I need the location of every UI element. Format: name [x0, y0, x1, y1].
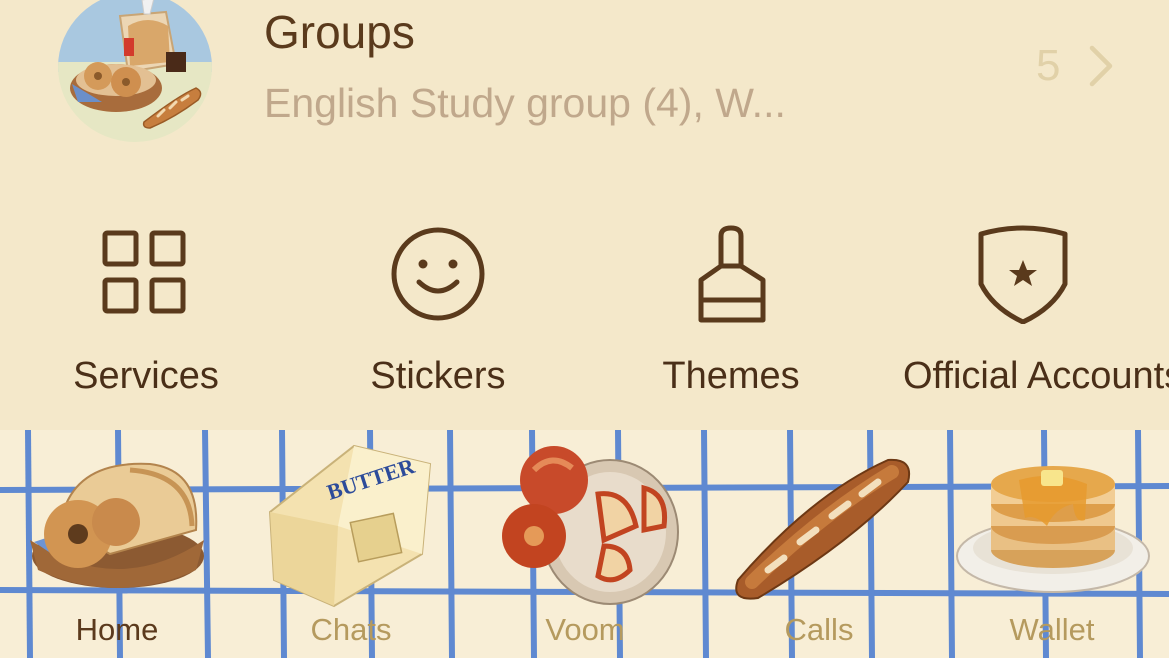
groups-title: Groups [264, 6, 415, 58]
smiley-icon [391, 227, 485, 321]
menu-item-label: Stickers [370, 355, 506, 397]
tab-bar: Home BUTTER Chats Voom Calls Wallet [0, 430, 1169, 658]
groups-avatar [58, 0, 212, 142]
tab-label: Voom [545, 612, 625, 647]
tab-wallet[interactable]: Wallet [935, 430, 1169, 658]
line-more-screen: Groups English Study group (4), W... 5 S… [0, 0, 1169, 658]
tab-chats[interactable]: BUTTER Chats [234, 430, 468, 658]
menu-item-label: Official Accounts [903, 355, 1169, 397]
grid-icon [102, 230, 186, 314]
tab-label: Wallet [1009, 612, 1095, 647]
tab-label: Calls [784, 612, 854, 647]
bread-basket-icon [30, 462, 204, 588]
shield-star-icon [978, 225, 1068, 324]
groups-row[interactable]: Groups English Study group (4), W... 5 [0, 0, 1169, 160]
tab-label: Home [75, 612, 159, 647]
pancakes-icon [956, 466, 1150, 593]
tab-voom[interactable]: Voom [468, 430, 702, 658]
tab-home[interactable]: Home [0, 430, 234, 658]
quick-menu: Services Stickers Themes Official Accoun… [0, 210, 1169, 430]
groups-subtitle: English Study group (4), W... [264, 80, 786, 126]
menu-item-label: Themes [662, 355, 800, 397]
apples-plate-icon [502, 446, 679, 605]
menu-item-official-accounts[interactable]: Official Accounts [903, 210, 1169, 430]
menu-item-themes[interactable]: Themes [611, 210, 851, 430]
butter-icon: BUTTER [268, 444, 432, 608]
menu-item-label: Services [73, 355, 219, 397]
groups-count: 5 [1036, 41, 1061, 90]
tab-calls[interactable]: Calls [702, 430, 936, 658]
brush-icon [698, 225, 766, 323]
chevron-right-icon[interactable] [1086, 44, 1116, 88]
menu-item-stickers[interactable]: Stickers [318, 210, 558, 430]
bread-bakery-avatar-icon [58, 0, 212, 142]
baguette-icon [735, 458, 910, 600]
menu-item-services[interactable]: Services [26, 210, 266, 430]
tab-label: Chats [310, 612, 392, 647]
